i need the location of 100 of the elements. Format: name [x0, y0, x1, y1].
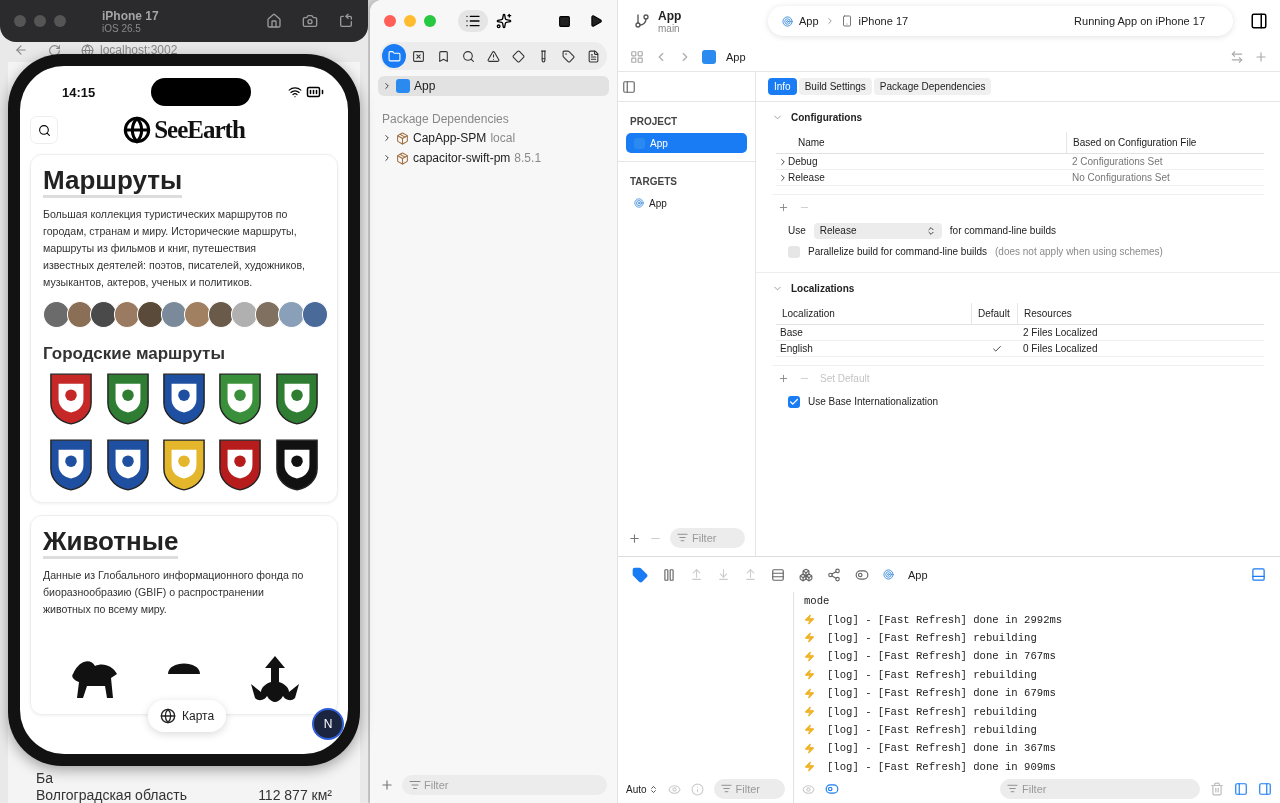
- coat-of-arms-icon[interactable]: [274, 372, 319, 426]
- localization-row[interactable]: Base 2 Files Localized: [776, 325, 1264, 341]
- column-header[interactable]: Localization: [776, 303, 971, 324]
- panel-right-icon[interactable]: [1258, 782, 1272, 796]
- sidebar-toggle-icon[interactable]: [622, 79, 636, 94]
- navigator-toggle-button[interactable]: [458, 10, 488, 32]
- filter-field[interactable]: Filter: [670, 528, 745, 548]
- sidebar-item[interactable]: App: [626, 133, 747, 153]
- coat-of-arms-icon[interactable]: [105, 372, 150, 426]
- stop-icon[interactable]: [558, 14, 571, 28]
- run-icon[interactable]: [589, 14, 603, 28]
- user-avatar-button[interactable]: N: [312, 708, 344, 740]
- target-icon: [634, 198, 644, 208]
- rows-icon[interactable]: [771, 567, 785, 582]
- reload-icon[interactable]: [48, 43, 61, 57]
- process-selector[interactable]: App: [908, 568, 928, 581]
- column-header[interactable]: Default: [971, 303, 1017, 324]
- configuration-name[interactable]: Release: [788, 172, 825, 183]
- log-line: [log] - [Fast Refresh] done in 2992ms: [827, 613, 1063, 626]
- section-title: Configurations: [791, 111, 863, 123]
- add-icon[interactable]: [778, 373, 789, 384]
- avatar-placeholder[interactable]: [207, 301, 234, 328]
- sidebar-item[interactable]: App: [626, 193, 747, 213]
- pause-icon[interactable]: [662, 567, 676, 582]
- avatar-placeholder[interactable]: [231, 301, 258, 328]
- coat-of-arms-icon[interactable]: [105, 438, 150, 492]
- coat-of-arms-icon[interactable]: [218, 438, 263, 492]
- card-title[interactable]: Животные: [43, 526, 179, 559]
- chevron-right-icon[interactable]: [382, 153, 392, 163]
- column-header[interactable]: Name: [776, 132, 1066, 153]
- home-icon[interactable]: [266, 13, 282, 29]
- toggle-icon[interactable]: [825, 782, 839, 796]
- log-line: [log] - [Fast Refresh] done in 767ms: [827, 650, 1056, 663]
- configuration-select[interactable]: Release: [813, 222, 942, 239]
- avatar-placeholder[interactable]: [160, 301, 187, 328]
- chevron-right-icon[interactable]: [778, 172, 788, 183]
- avatar-placeholder[interactable]: [113, 301, 140, 328]
- coat-of-arms-icon[interactable]: [162, 438, 206, 492]
- avatar-placeholder[interactable]: [301, 301, 328, 328]
- scheme-selector[interactable]: App: [799, 15, 819, 27]
- inspector-toggle-icon[interactable]: [1250, 12, 1268, 30]
- configuration-file: 2 Configurations Set: [1071, 155, 1164, 169]
- search-button[interactable]: [30, 116, 58, 144]
- package-name[interactable]: capacitor-swift-pm: [413, 151, 511, 165]
- avatar-placeholder[interactable]: [43, 301, 70, 328]
- boxes-icon[interactable]: [799, 567, 813, 582]
- column-header[interactable]: Based on Configuration File: [1066, 132, 1264, 153]
- group-title: PROJECT: [629, 115, 679, 129]
- avatar-placeholder[interactable]: [66, 301, 93, 328]
- checkbox[interactable]: [788, 245, 800, 258]
- breakpoints-icon[interactable]: [632, 566, 648, 583]
- checkbox[interactable]: [788, 395, 800, 408]
- tree-item[interactable]: App: [378, 76, 609, 96]
- coat-of-arms-icon[interactable]: [274, 438, 319, 492]
- warning-icon: [487, 49, 500, 63]
- editor-tab[interactable]: Package Dependencies: [873, 78, 992, 95]
- app-logo-text[interactable]: SeeEarth: [154, 116, 245, 144]
- window-close-button[interactable]: [384, 15, 396, 27]
- coat-of-arms-icon[interactable]: [49, 438, 94, 492]
- package-detail: local: [490, 131, 516, 145]
- toggle-icon[interactable]: [855, 567, 869, 582]
- filter-field[interactable]: Filter: [1000, 779, 1200, 799]
- coat-of-arms-icon[interactable]: [218, 372, 263, 426]
- log-line: mode: [804, 595, 830, 608]
- back-icon[interactable]: [14, 43, 28, 57]
- chevron-right-icon[interactable]: [382, 81, 392, 91]
- editor-tab[interactable]: Info: [768, 78, 797, 95]
- localization-resources: 0 Files Localized: [1022, 342, 1099, 356]
- add-icon[interactable]: [628, 531, 641, 545]
- rotate-icon[interactable]: [338, 13, 354, 29]
- avatar-placeholder[interactable]: [184, 301, 211, 328]
- card-description: Данные из Глобального информационного фонда по биоразнообразию (GBIF) о распространении животных по всему миру.: [43, 568, 305, 617]
- coat-of-arms-icon[interactable]: [49, 372, 94, 426]
- chevron-right-icon[interactable]: [382, 133, 392, 143]
- panel-bottom-icon[interactable]: [1251, 567, 1266, 582]
- localization-row[interactable]: English 0 Files Localized: [776, 341, 1264, 357]
- configuration-name[interactable]: Debug: [788, 156, 818, 167]
- avatar-placeholder[interactable]: [90, 301, 117, 328]
- add-icon[interactable]: [778, 202, 789, 213]
- filter-field[interactable]: Filter: [713, 779, 785, 799]
- filter-field[interactable]: Filter: [402, 775, 607, 795]
- camera-icon[interactable]: [302, 13, 318, 29]
- coat-of-arms-icon[interactable]: [162, 372, 206, 426]
- sparkle-icon[interactable]: [496, 13, 512, 29]
- routes-card[interactable]: [30, 154, 338, 503]
- map-button[interactable]: Карта: [148, 700, 227, 732]
- chevron-right-icon[interactable]: [778, 156, 788, 167]
- editor-tab[interactable]: Build Settings: [798, 78, 872, 95]
- jump-bar-item[interactable]: App: [726, 50, 746, 63]
- graph-icon[interactable]: [827, 567, 841, 582]
- avatar-placeholder[interactable]: [254, 301, 281, 328]
- column-header[interactable]: Resources: [1017, 303, 1264, 324]
- card-title[interactable]: Маршруты: [43, 165, 183, 198]
- package-name[interactable]: CapApp-SPM: [413, 131, 487, 145]
- avatar-placeholder[interactable]: [278, 301, 305, 328]
- filter-icon: [677, 532, 688, 543]
- device-selector[interactable]: iPhone 17: [858, 15, 909, 27]
- scope-selector[interactable]: Auto: [626, 783, 658, 795]
- avatar-placeholder[interactable]: [137, 301, 164, 328]
- panel-left-icon[interactable]: [1234, 782, 1248, 796]
